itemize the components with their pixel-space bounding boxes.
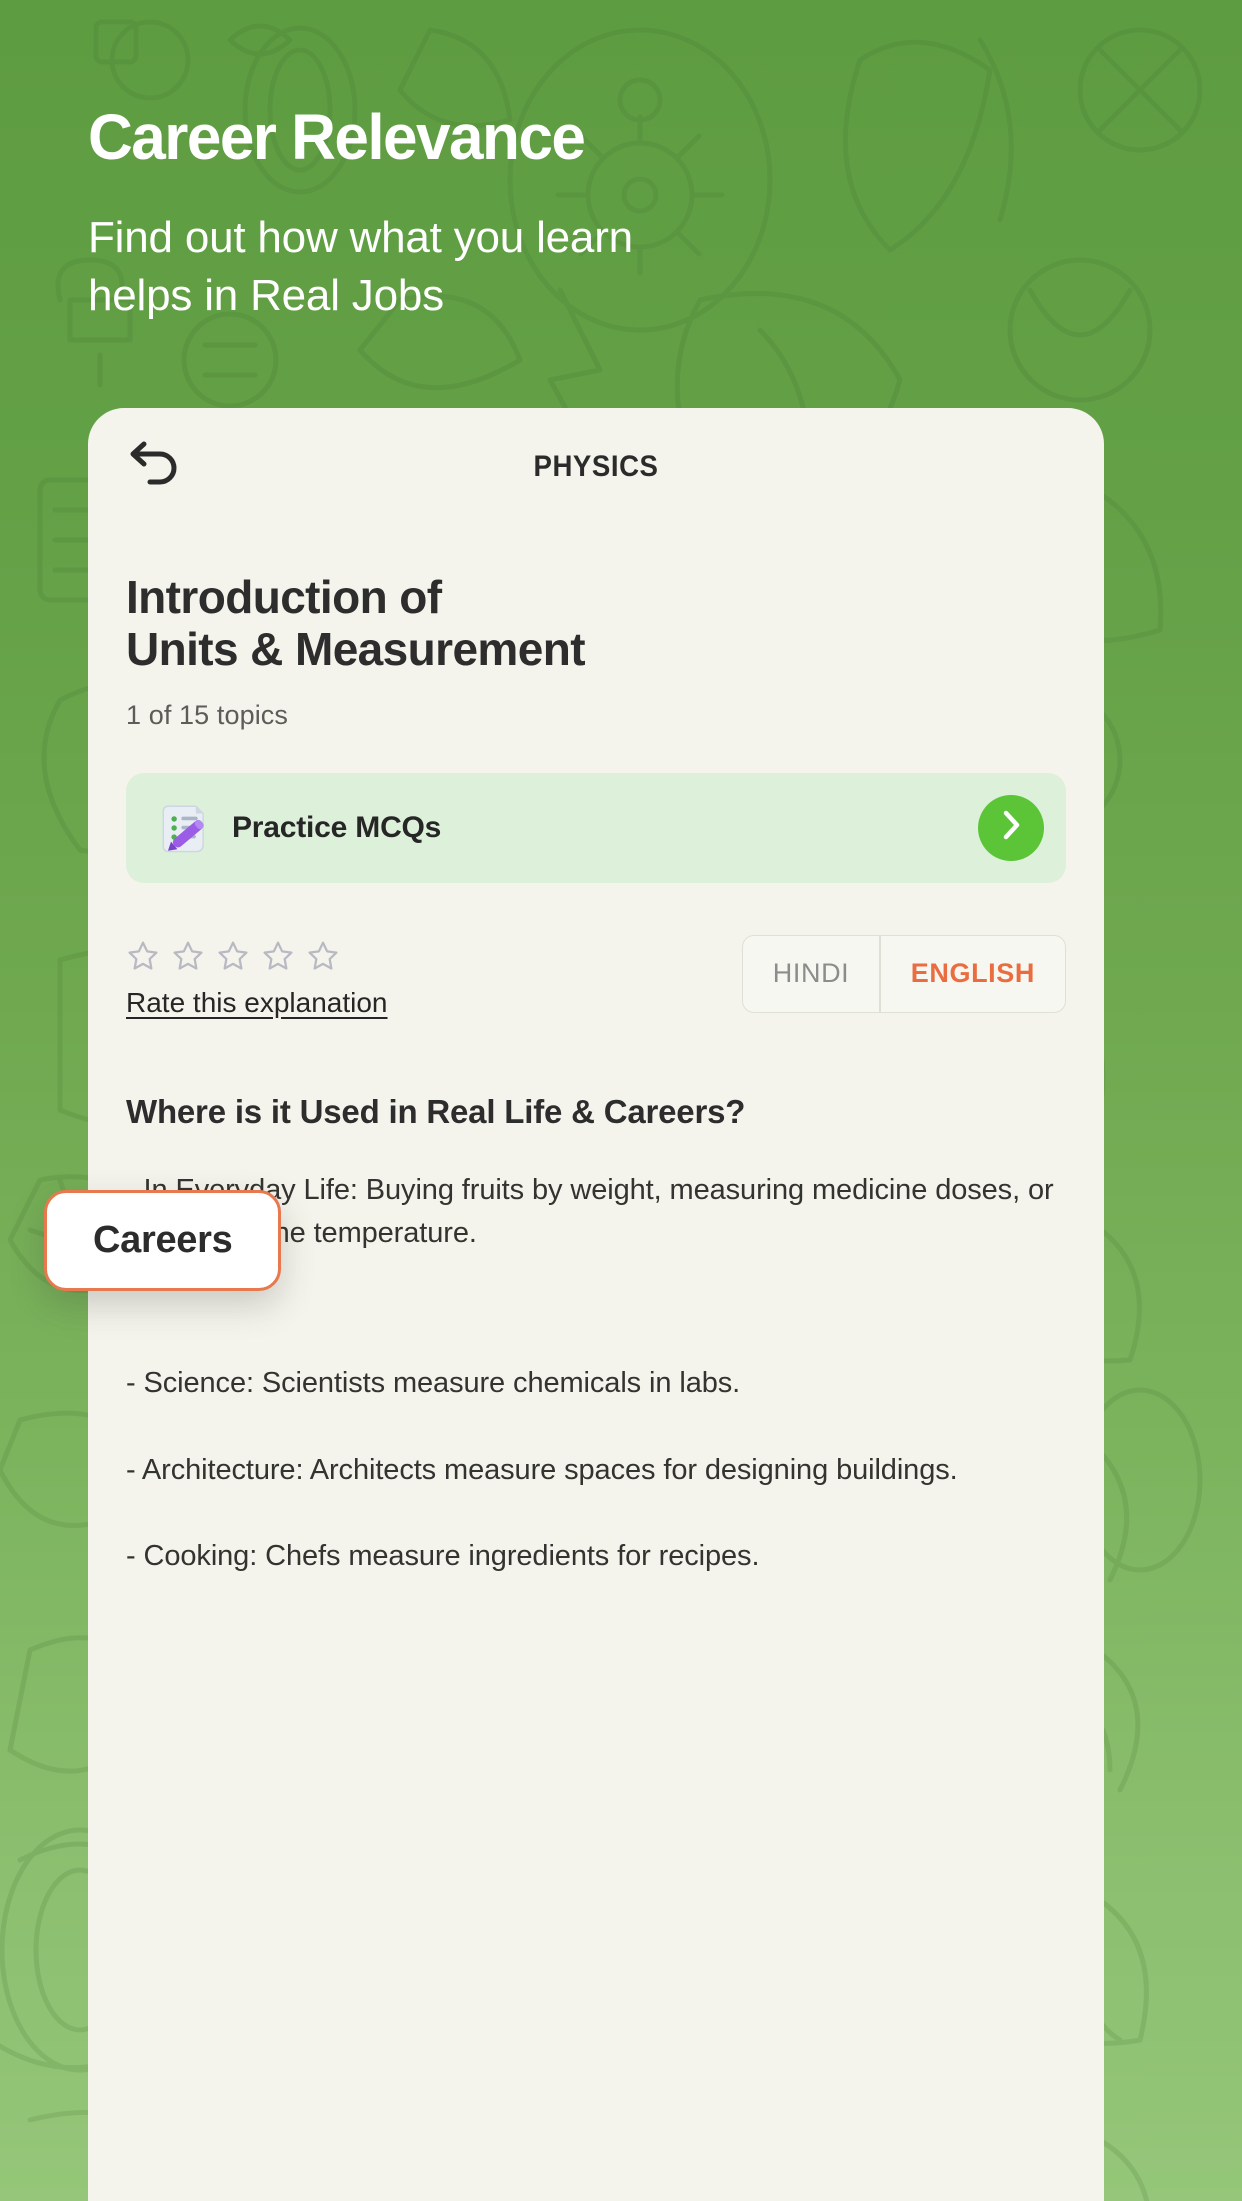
language-option-hindi[interactable]: HINDI (743, 936, 879, 1012)
topic-title-line-1: Introduction of (126, 571, 442, 623)
language-toggle[interactable]: HINDI ENGLISH (741, 934, 1066, 1013)
content-item: - Cooking: Chefs measure ingredients for… (126, 1540, 760, 1573)
star-outline-icon[interactable] (216, 939, 250, 973)
rate-explanation-link[interactable]: Rate this explanation (126, 987, 388, 1019)
star-outline-icon[interactable] (261, 939, 295, 973)
content-heading: Where is it Used in Real Life & Careers? (126, 1092, 746, 1130)
screen-root: Career Relevance Find out how what you l… (0, 0, 1242, 2201)
content-item: - Science: Scientists measure chemicals … (126, 1367, 741, 1400)
language-option-english[interactable]: ENGLISH (881, 936, 1065, 1012)
page-subtitle: Find out how what you learn helps in Rea… (88, 213, 633, 321)
hero-section: Career Relevance Find out how what you l… (88, 101, 1088, 325)
chevron-right-icon (998, 808, 1024, 847)
practice-mcqs-label: Practice MCQs (232, 810, 442, 844)
star-rating[interactable] (126, 939, 388, 973)
card-body: Introduction of Units & Measurement 1 of… (88, 571, 1104, 1578)
topic-count: 1 of 15 topics (126, 699, 289, 730)
lesson-card: PHYSICS Introduction of Units & Measurem… (88, 408, 1104, 2201)
page-title: Career Relevance (88, 101, 586, 173)
practice-mcqs-go-button[interactable] (978, 794, 1044, 861)
card-topbar: PHYSICS (88, 408, 1104, 532)
content-item: - Architecture: Architects measure space… (126, 1453, 958, 1486)
rating-block: Rate this explanation (126, 935, 388, 1019)
star-outline-icon[interactable] (306, 939, 340, 973)
topic-title-line-2: Units & Measurement (126, 622, 586, 675)
star-outline-icon[interactable] (171, 939, 205, 973)
subject-label: PHYSICS (533, 450, 659, 483)
rating-language-row: Rate this explanation HINDI ENGLISH (126, 934, 1066, 1019)
careers-callout-label: Careers (93, 1219, 233, 1261)
careers-callout[interactable]: Careers (44, 1190, 282, 1291)
topic-title: Introduction of Units & Measurement (126, 571, 1066, 676)
star-outline-icon[interactable] (126, 939, 160, 973)
practice-mcqs-banner[interactable]: Practice MCQs (126, 772, 1066, 883)
memo-pencil-icon (154, 797, 216, 859)
